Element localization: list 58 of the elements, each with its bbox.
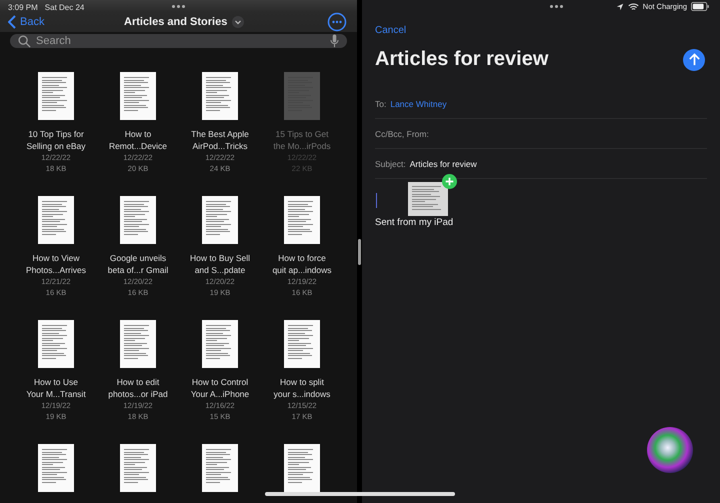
document-thumbnail[interactable] (202, 320, 238, 368)
back-button[interactable]: Back (8, 15, 44, 29)
location-icon (616, 2, 624, 10)
search-field[interactable]: Search (10, 34, 347, 48)
file-name: The Best Apple AirPod...Tricks (191, 128, 249, 152)
add-plus-icon (442, 174, 457, 189)
recipient-token[interactable]: Lance Whitney (390, 98, 447, 108)
subject-value[interactable]: Articles for review (410, 158, 477, 168)
document-thumbnail[interactable] (120, 72, 156, 120)
folder-title: Articles and Stories (124, 16, 228, 28)
cc-bcc-from-label[interactable]: Cc/Bcc, From: (375, 128, 429, 138)
document-thumbnail[interactable] (202, 196, 238, 244)
dragged-document-preview[interactable] (408, 182, 448, 216)
document-thumbnail[interactable] (202, 444, 238, 492)
search-icon (18, 34, 31, 48)
file-name: How to Buy Sell and S...pdate (190, 252, 250, 276)
document-thumbnail[interactable] (284, 444, 320, 492)
multitasking-dots-icon[interactable] (172, 5, 185, 8)
file-name: How to View Photos...Arrives (26, 252, 86, 276)
document-thumbnail[interactable] (284, 196, 320, 244)
microphone-icon[interactable] (330, 34, 339, 48)
document-thumbnail[interactable] (202, 72, 238, 120)
document-thumbnail[interactable] (284, 72, 320, 120)
document-thumbnail[interactable] (120, 320, 156, 368)
status-date: Sat Dec 24 (44, 3, 84, 12)
search-input[interactable]: Search (36, 35, 325, 47)
file-name: How to Use Your M...Transit (26, 376, 86, 400)
file-name: 15 Tips to Get the Mo...irPods (273, 128, 331, 152)
chevron-down-icon[interactable] (232, 16, 244, 28)
file-name: How to force quit ap...indows (272, 252, 332, 276)
document-thumbnail[interactable] (284, 320, 320, 368)
document-thumbnail[interactable] (38, 320, 74, 368)
to-label: To: (375, 98, 386, 108)
siri-orb-icon (647, 427, 693, 473)
file-name: How to Control Your A...iPhone (190, 376, 250, 400)
file-name: How to split your s...indows (274, 376, 330, 400)
file-name: Google unveils beta of...r Gmail (108, 252, 168, 276)
mail-subject-heading: Articles for review (375, 48, 548, 71)
wifi-icon (628, 2, 639, 10)
document-thumbnail[interactable] (38, 444, 74, 492)
arrow-up-icon (688, 53, 700, 66)
text-cursor (376, 193, 377, 208)
chevron-left-icon (8, 15, 16, 29)
document-thumbnail[interactable] (120, 196, 156, 244)
mail-signature: Sent from my iPad (375, 217, 454, 228)
document-thumbnail[interactable] (120, 444, 156, 492)
file-name: How to Remot...Device (108, 128, 168, 152)
battery-icon (691, 2, 709, 11)
subject-label: Subject: (375, 158, 406, 168)
document-thumbnail[interactable] (38, 72, 74, 120)
file-name: How to edit photos...or iPad (108, 376, 168, 400)
send-button[interactable] (683, 48, 705, 70)
multitasking-dots-icon[interactable] (550, 5, 563, 8)
cancel-button[interactable]: Cancel (375, 25, 406, 36)
more-icon[interactable] (327, 12, 347, 32)
status-time: 3:09 PM (8, 3, 38, 12)
file-name: 10 Top Tips for Selling on eBay (26, 128, 86, 152)
document-thumbnail[interactable] (38, 196, 74, 244)
